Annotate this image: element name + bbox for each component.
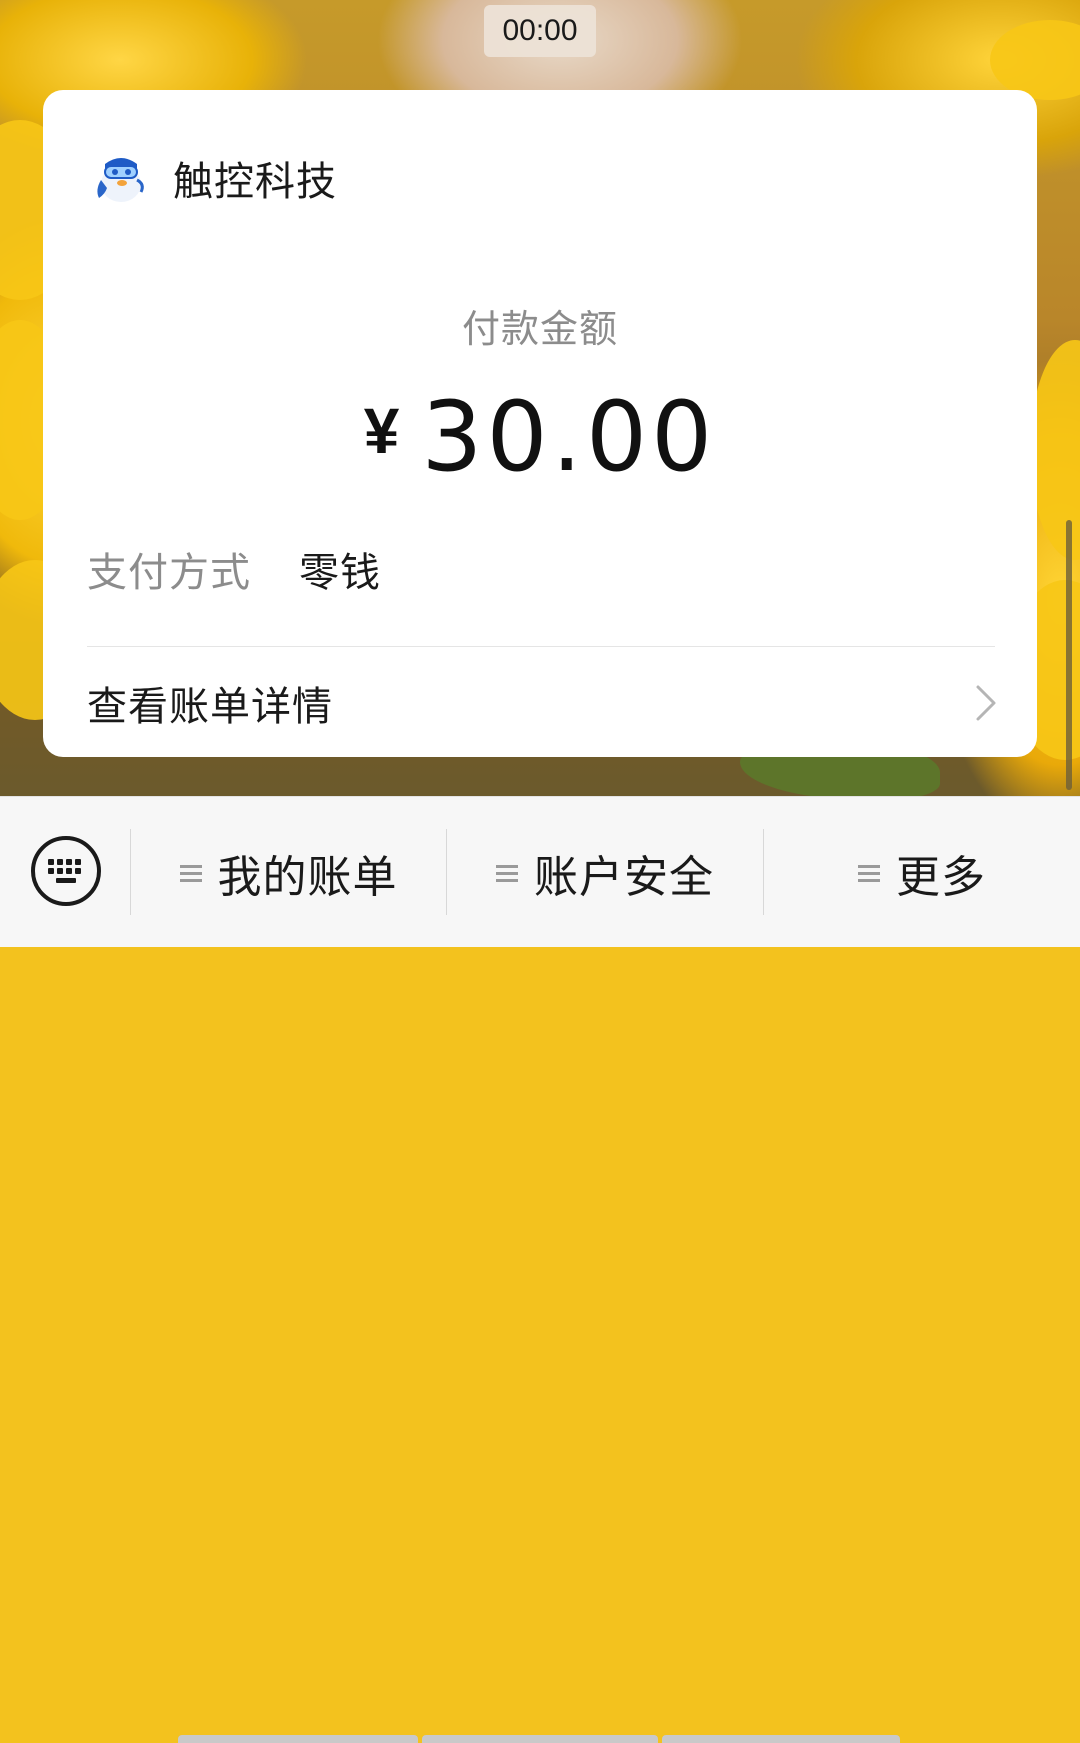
background-petal bbox=[990, 20, 1080, 100]
service-menu-bar: 我的账单 账户安全 更多 bbox=[0, 796, 1080, 1743]
message-timestamp: 00:00 bbox=[484, 5, 596, 57]
submenu-indicator bbox=[662, 1735, 900, 1743]
currency-symbol: ¥ bbox=[363, 395, 400, 467]
hamburger-icon bbox=[179, 865, 202, 882]
menu-item-account-security[interactable]: 账户安全 bbox=[447, 835, 763, 911]
view-bill-details-label: 查看账单详情 bbox=[87, 684, 333, 730]
background-petal bbox=[1030, 340, 1080, 560]
payment-method-value: 零钱 bbox=[299, 550, 381, 596]
scrollbar-thumb[interactable] bbox=[1066, 520, 1072, 790]
card-divider bbox=[87, 646, 995, 647]
menu-item-label: 更多 bbox=[896, 852, 986, 903]
hamburger-icon bbox=[858, 865, 880, 882]
merchant-mascot-icon bbox=[97, 158, 144, 202]
amount-display: ¥ 30.00 bbox=[43, 382, 1037, 492]
merchant-name: 触控科技 bbox=[173, 159, 337, 205]
merchant-header: 触控科技 bbox=[91, 150, 337, 206]
hamburger-icon bbox=[496, 865, 518, 882]
menu-item-label: 我的账单 bbox=[217, 852, 398, 903]
menu-item-more[interactable]: 更多 bbox=[764, 835, 1080, 911]
payment-method-label: 支付方式 bbox=[87, 550, 251, 596]
keyboard-icon[interactable] bbox=[30, 835, 102, 907]
menu-item-label: 账户安全 bbox=[534, 852, 714, 903]
payment-notification-card[interactable]: 触控科技 付款金额 ¥ 30.00 支付方式 零钱 查看账单详情 bbox=[43, 90, 1037, 757]
payment-method-row: 支付方式 零钱 bbox=[87, 540, 381, 598]
chevron-right-icon bbox=[976, 685, 996, 721]
menu-item-my-bills[interactable]: 我的账单 bbox=[131, 835, 446, 911]
amount-value: 30.00 bbox=[421, 381, 717, 493]
submenu-indicator bbox=[178, 1735, 418, 1743]
submenu-indicator bbox=[422, 1735, 658, 1743]
amount-label: 付款金额 bbox=[461, 307, 618, 351]
view-bill-details-link[interactable]: 查看账单详情 bbox=[87, 668, 997, 738]
